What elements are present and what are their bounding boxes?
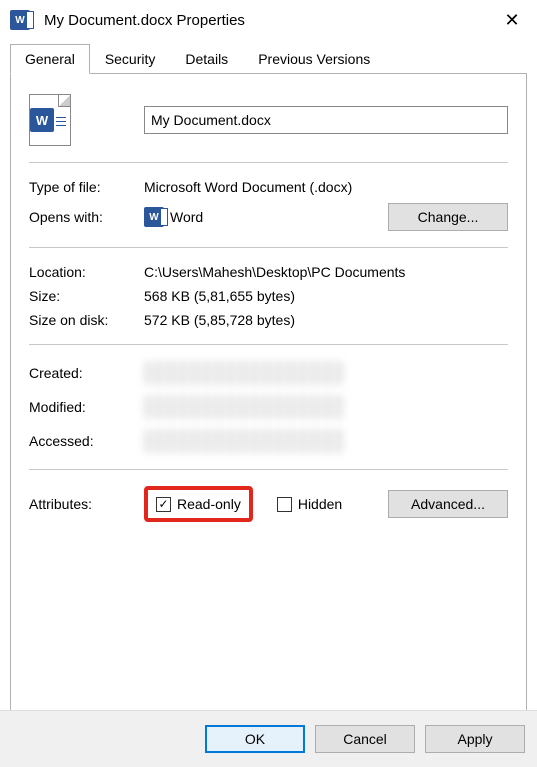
dialog-footer: OK Cancel Apply xyxy=(0,710,537,767)
word-program-icon: W xyxy=(144,207,164,227)
cancel-button[interactable]: Cancel xyxy=(315,725,415,753)
apply-button[interactable]: Apply xyxy=(425,725,525,753)
hidden-checkbox[interactable] xyxy=(277,497,292,512)
readonly-checkbox[interactable]: ✓ xyxy=(156,497,171,512)
tab-previous-versions[interactable]: Previous Versions xyxy=(243,44,385,74)
opens-with-value: Word xyxy=(170,209,203,225)
tab-general[interactable]: General xyxy=(10,44,90,74)
properties-panel: W Type of file: Microsoft Word Document … xyxy=(10,74,527,714)
tab-security[interactable]: Security xyxy=(90,44,171,74)
readonly-highlight: ✓ Read-only xyxy=(144,486,253,522)
attributes-label: Attributes: xyxy=(29,496,144,512)
file-type-icon: W xyxy=(29,94,144,146)
created-label: Created: xyxy=(29,365,144,381)
size-on-disk-label: Size on disk: xyxy=(29,312,144,328)
accessed-label: Accessed: xyxy=(29,433,144,449)
ok-button[interactable]: OK xyxy=(205,725,305,753)
size-value: 568 KB (5,81,655 bytes) xyxy=(144,288,508,304)
tab-strip: General Security Details Previous Versio… xyxy=(0,44,537,74)
readonly-label: Read-only xyxy=(177,496,241,512)
type-of-file-label: Type of file: xyxy=(29,179,144,195)
filename-input[interactable] xyxy=(144,106,508,134)
modified-value-redacted xyxy=(144,395,344,419)
window-title: My Document.docx Properties xyxy=(44,12,497,29)
location-label: Location: xyxy=(29,264,144,280)
accessed-value-redacted xyxy=(144,429,344,453)
modified-label: Modified: xyxy=(29,399,144,415)
close-icon[interactable]: ✕ xyxy=(497,10,527,31)
location-value: C:\Users\Mahesh\Desktop\PC Documents xyxy=(144,264,508,280)
titlebar: W My Document.docx Properties ✕ xyxy=(0,0,537,40)
opens-with-label: Opens with: xyxy=(29,209,144,225)
size-on-disk-value: 572 KB (5,85,728 bytes) xyxy=(144,312,508,328)
type-of-file-value: Microsoft Word Document (.docx) xyxy=(144,179,508,195)
advanced-button[interactable]: Advanced... xyxy=(388,490,508,518)
size-label: Size: xyxy=(29,288,144,304)
change-button[interactable]: Change... xyxy=(388,203,508,231)
created-value-redacted xyxy=(144,361,344,385)
hidden-label: Hidden xyxy=(298,496,342,512)
tab-details[interactable]: Details xyxy=(170,44,243,74)
word-app-icon: W xyxy=(10,10,36,31)
